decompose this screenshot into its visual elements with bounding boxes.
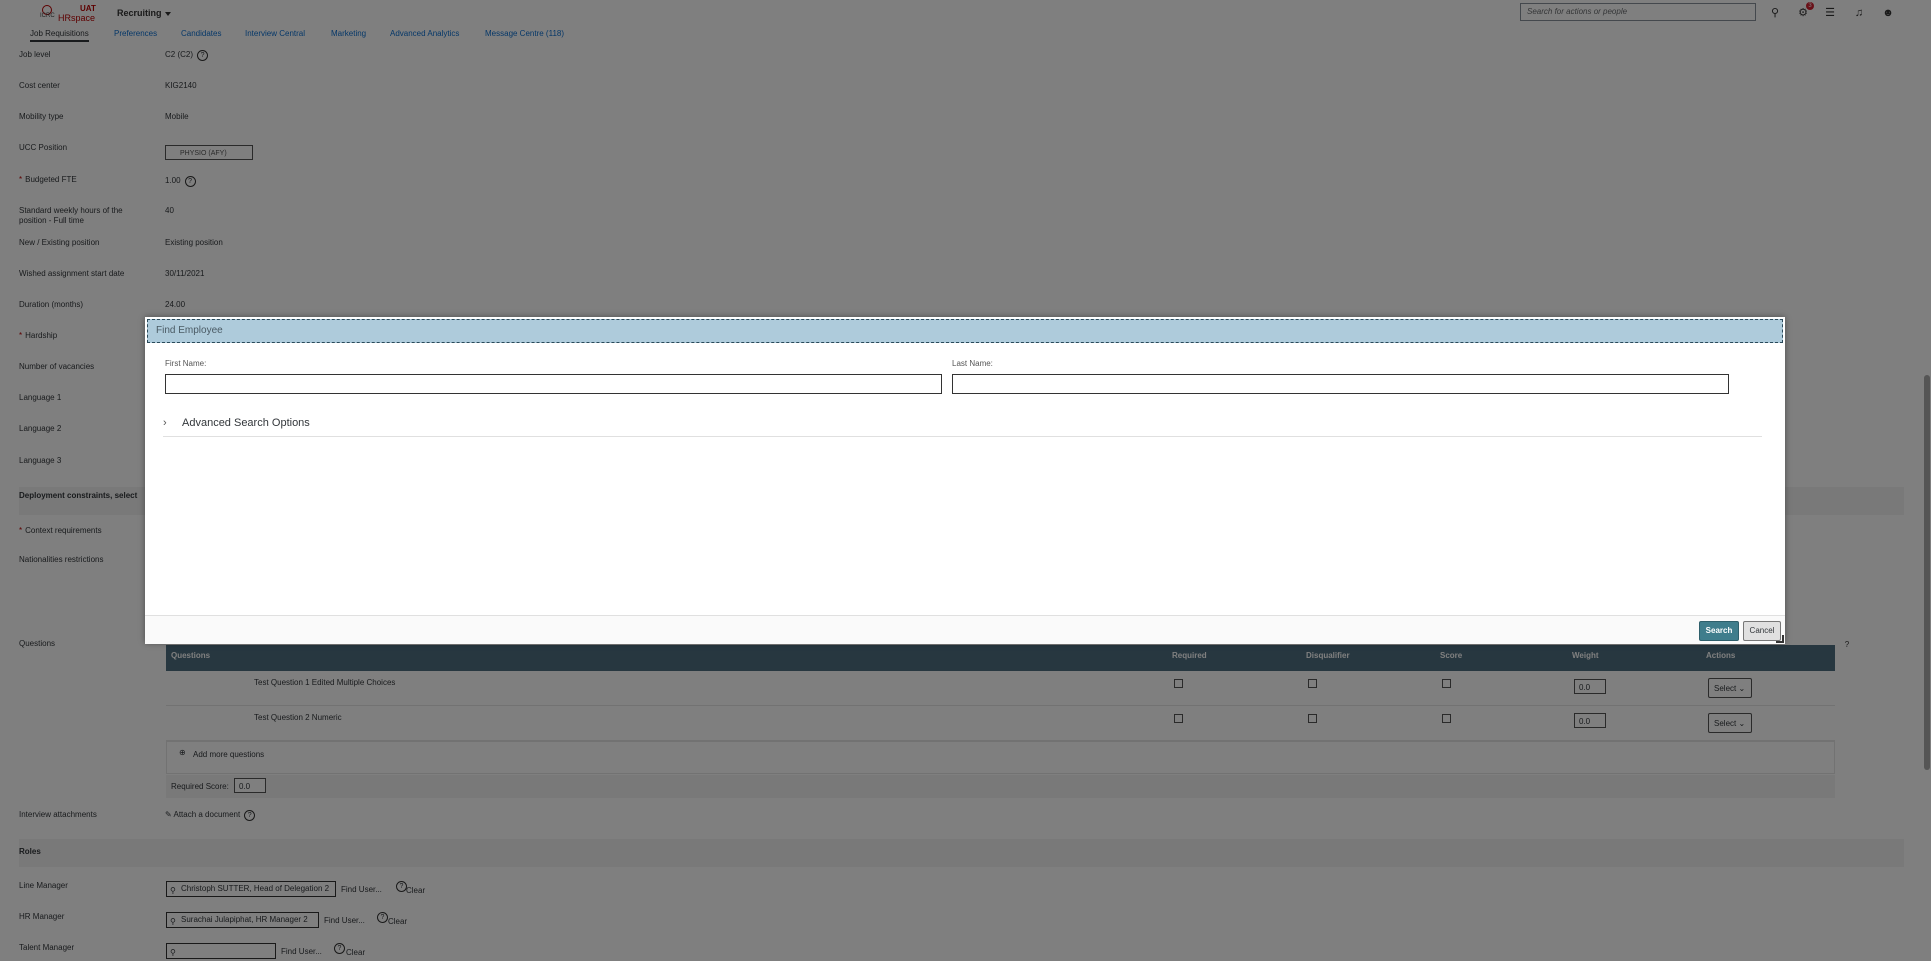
dialog-header[interactable]: Find Employee	[147, 319, 1783, 343]
last-name-label: Last Name:	[952, 359, 993, 368]
advanced-search-label: Advanced Search Options	[182, 417, 310, 429]
dialog-footer: Search Cancel	[145, 615, 1785, 644]
first-name-input[interactable]	[165, 374, 942, 394]
find-employee-dialog: Find Employee First Name: Last Name: › A…	[145, 317, 1785, 644]
last-name-input[interactable]	[952, 374, 1729, 394]
page-scrollbar[interactable]	[1924, 375, 1930, 770]
dialog-title: Find Employee	[156, 325, 223, 336]
advanced-search-toggle[interactable]: › Advanced Search Options	[163, 415, 1762, 437]
search-button[interactable]: Search	[1699, 621, 1739, 641]
resize-handle-icon[interactable]	[1776, 635, 1784, 643]
first-name-label: First Name:	[165, 359, 207, 368]
chevron-right-icon: ›	[163, 417, 167, 429]
